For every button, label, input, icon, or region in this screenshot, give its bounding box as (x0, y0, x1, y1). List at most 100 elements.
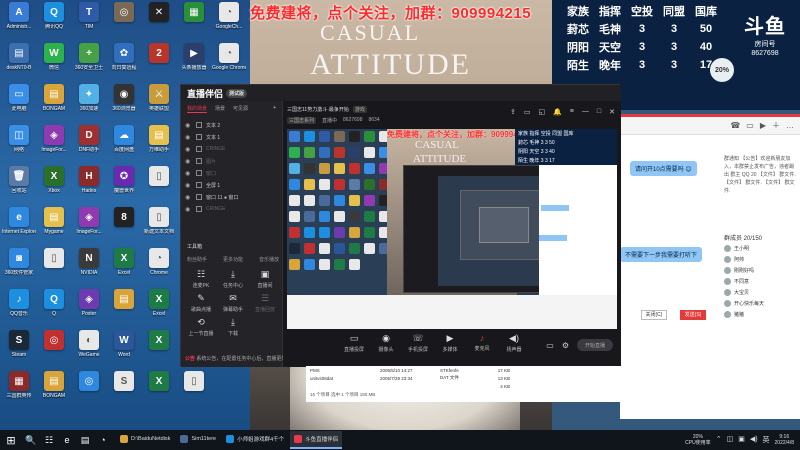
toolbox-item[interactable]: ✉ 弹幕助手 (217, 293, 249, 317)
desktop-icon[interactable]: ☁ 百度网盘 (108, 125, 140, 166)
taskbar-task[interactable]: D:\BaiduNetdisk (116, 431, 174, 449)
desktop-icon[interactable]: ✿ 向日葵远程 (108, 43, 140, 84)
toolbox-item[interactable]: ☷ 连麦PK (185, 269, 217, 293)
desktop-icon[interactable]: +360安全卫士 (73, 43, 105, 84)
desktop-icon[interactable]: X (143, 371, 175, 412)
window-control-icon[interactable]: 🔔 (553, 108, 562, 116)
start-button[interactable]: ⊞ (0, 430, 22, 450)
member-item[interactable]: 猪猪 (724, 309, 796, 320)
desktop-icon[interactable]: ◐ WeGame (73, 330, 105, 371)
pinned-app-icon[interactable]: ▤ (76, 435, 94, 446)
desktop-icon[interactable]: W 微信 (38, 43, 70, 84)
toolbox-item[interactable]: ☰ 直播回放 (249, 293, 281, 317)
stream-tool[interactable]: ▭ 直播投屏 (343, 333, 365, 353)
source-item[interactable]: ◉ 图片 (185, 155, 278, 167)
desktop-icon[interactable]: ◫ 网络 (3, 125, 35, 166)
start-live-button[interactable]: 开始直播 (577, 339, 613, 351)
desktop-icon[interactable]: ◈ ImageFor... (38, 125, 70, 166)
pinned-app-icon[interactable]: 🔍 (22, 435, 40, 446)
desktop-icon[interactable]: ▤ BONGAM (38, 84, 70, 125)
desktop-icon[interactable]: ▯ (178, 371, 210, 412)
desktop-icon[interactable]: T TIM (73, 2, 105, 43)
tray-icon[interactable]: ◀) (750, 435, 758, 445)
window-control-icon[interactable]: ✕ (609, 108, 615, 116)
eye-icon[interactable]: ◉ (185, 122, 192, 129)
source-item[interactable]: ◉ 全屏 1 (185, 179, 278, 191)
desktop-icon[interactable]: ◔ Google Chrome (212, 43, 246, 84)
chat-toolbar-icon[interactable]: ▭ (746, 121, 754, 130)
settings-icon[interactable]: ⚙ (562, 341, 569, 350)
desktop-icon[interactable]: ▶ 头条播放器 (178, 43, 210, 84)
desktop-icon[interactable]: D DNF助手 (73, 125, 105, 166)
chat-send-button[interactable]: 发送(S) (680, 310, 706, 320)
eye-icon[interactable]: ◉ (185, 206, 192, 213)
pinned-app-icon[interactable]: ◔ (94, 435, 112, 446)
chat-toolbar-icon[interactable]: ▶ (760, 121, 766, 130)
desktop-icon[interactable]: ◔ GoogleCh... (213, 2, 245, 43)
toolbox-subtab[interactable]: 粉丝助手 (187, 256, 207, 263)
taskbar-task[interactable]: 斗鱼直播伴侣 (290, 431, 343, 449)
source-item[interactable]: ◉ 窗口 (185, 167, 278, 179)
chat-close-button[interactable]: 关闭(C) (641, 310, 667, 320)
desktop-icon[interactable]: Q 腾讯QQ (38, 2, 70, 43)
window-control-icon[interactable]: ⇪ (510, 108, 516, 116)
toolbox-subtab[interactable]: 音乐播放 (259, 256, 279, 263)
stream-tool[interactable]: ◉ 摄像头 (375, 333, 397, 353)
taskbar-task[interactable]: 小师姐游戏群4千个 (222, 431, 288, 449)
explorer-row[interactable]: 4 KB (306, 382, 628, 390)
scene-tab[interactable]: 可见源 (233, 105, 248, 113)
desktop-icon[interactable]: S (108, 371, 140, 412)
pinned-app-icon[interactable]: e (58, 435, 76, 446)
desktop-icon[interactable]: N NVIDIA (73, 248, 105, 289)
desktop-icon[interactable]: W Word (108, 330, 140, 371)
member-item[interactable]: 刚刚好吗 (724, 265, 796, 276)
desktop-icon[interactable]: e Internet Explorer (2, 207, 36, 248)
member-item[interactable]: 大宝贝 (724, 287, 796, 298)
desktop-icon[interactable]: 🗑 回收站 (3, 166, 35, 207)
desktop-icon[interactable]: ▦ (178, 2, 210, 43)
source-item[interactable]: ◉ 窗口 11 ● 窗口 (185, 191, 278, 203)
eye-icon[interactable]: ◉ (185, 194, 192, 201)
source-item[interactable]: ◉ 文本 1 (185, 131, 278, 143)
desktop-icon[interactable]: X Xbox (38, 166, 70, 207)
desktop-icon[interactable]: ◎ (73, 371, 105, 412)
desktop-icon[interactable]: X (143, 330, 175, 371)
member-item[interactable]: 王小明 (724, 243, 796, 254)
desktop-icon[interactable]: H Hades (73, 166, 105, 207)
desktop-icon[interactable]: ✦ 360加速 (73, 84, 105, 125)
tray-icon[interactable]: 英 (763, 435, 770, 445)
chat-toolbar-icon[interactable]: … (786, 121, 794, 130)
eye-icon[interactable]: ◉ (185, 134, 192, 141)
desktop-icon[interactable]: ▭ 此电脑 (3, 84, 35, 125)
explorer-row[interactable]: PMS 2006/5/10 14:27 STKfenfe 17 KB (306, 366, 628, 374)
stream-tool[interactable]: ♪ 麦克风 (471, 333, 493, 353)
toolbox-item[interactable]: ⤓ 下载 (217, 317, 249, 341)
stream-tool[interactable]: ◀) 扬声器 (503, 333, 525, 353)
toolbox-subtab[interactable]: 更多功能 (223, 256, 243, 263)
desktop-icon[interactable]: ▤ Mygame (38, 207, 70, 248)
desktop-icon[interactable]: ⚔ 英雄联盟 (143, 84, 175, 125)
window-control-icon[interactable]: — (582, 108, 589, 116)
scene-tab[interactable]: 场景 (215, 105, 225, 113)
toolbox-item[interactable]: ▣ 直播间 (249, 269, 281, 293)
desktop-icon[interactable]: ✕ (143, 2, 175, 43)
scene-tab[interactable]: 我的场景 (187, 105, 208, 113)
window-control-icon[interactable]: ▭ (524, 108, 531, 116)
desktop-icon[interactable]: S Steam (3, 330, 35, 371)
source-item[interactable]: ◉ CRINGE (185, 203, 278, 215)
member-item[interactable]: 不同意 (724, 276, 796, 287)
desktop-icon[interactable]: ▯ (143, 166, 175, 207)
tray-icon[interactable]: ▣ (738, 435, 745, 445)
window-control-icon[interactable]: □ (597, 108, 601, 116)
desktop-icon[interactable]: X Excel (108, 248, 140, 289)
desktop-icon[interactable]: ▯ 新建文本文档 (143, 207, 175, 248)
toolbox-item[interactable]: ⤓ 任务中心 (217, 269, 249, 293)
source-item[interactable]: ◉ CRINGE (185, 143, 278, 155)
room-category[interactable]: 三国志系列 (287, 117, 317, 124)
desktop-icon[interactable]: ▤ 万维助手 (143, 125, 175, 166)
tray-icon[interactable]: ◫ (727, 435, 734, 445)
eye-icon[interactable]: ◉ (185, 170, 192, 177)
room-tag[interactable]: 游戏 (352, 106, 367, 113)
desktop-icon[interactable]: ♪ QQ音乐 (3, 289, 35, 330)
eye-icon[interactable]: ◉ (185, 182, 192, 189)
